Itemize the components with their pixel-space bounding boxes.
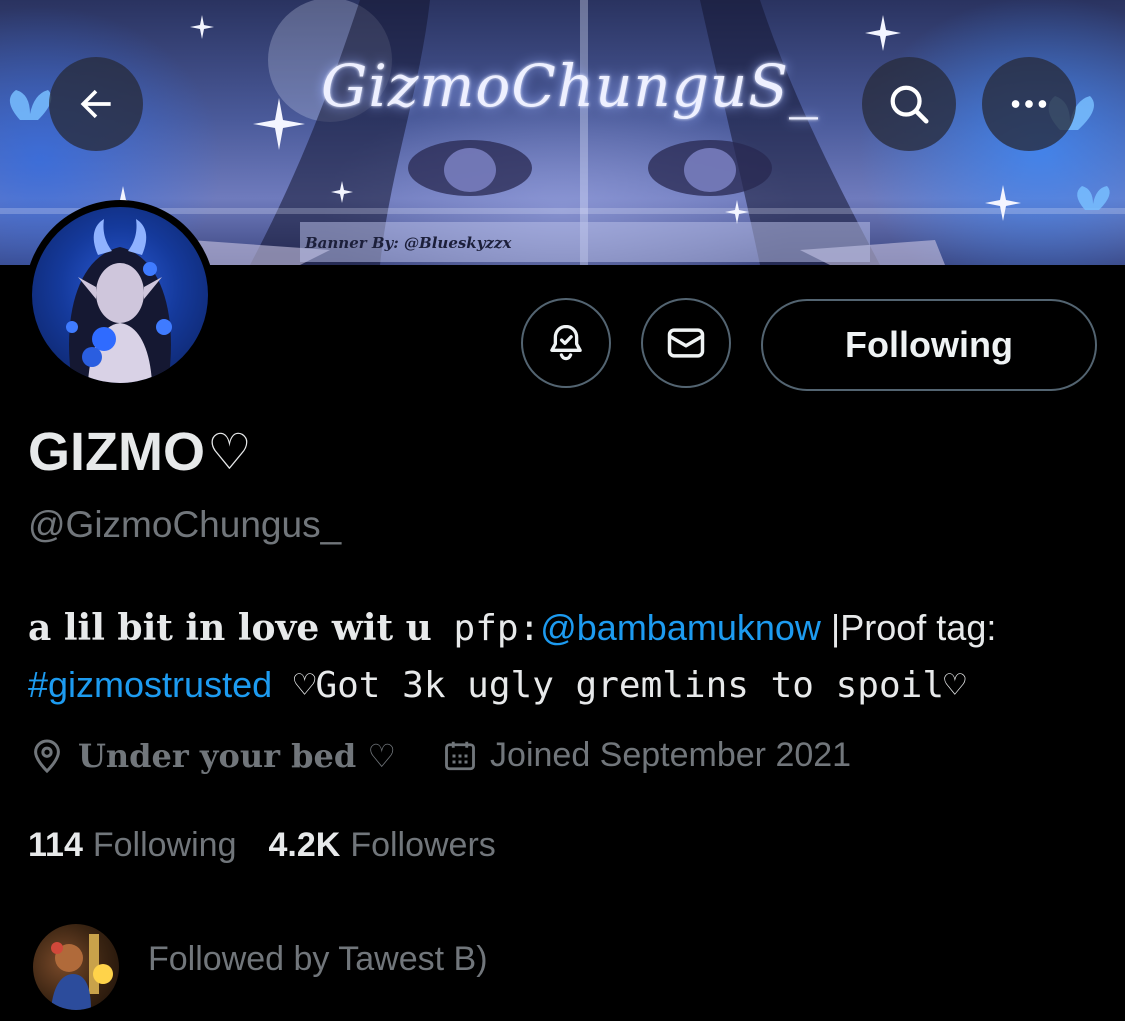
joined-text: Joined September 2021 [490,736,852,774]
following-count: 114 [28,826,83,864]
follower-avatar[interactable] [33,924,119,1010]
following-button[interactable]: Following [761,299,1097,391]
arrow-left-icon [80,89,111,119]
envelope-icon [667,328,705,358]
bio-text: pfp: [431,608,541,649]
followers-label: Followers [350,826,496,864]
profile-bio: a lil bit in love wit u pfp:@bambamuknow… [28,600,1108,714]
more-button[interactable] [982,57,1076,151]
back-button[interactable] [49,57,143,151]
followers-count: 4.2K [268,826,341,864]
following-label: Following [92,826,237,864]
profile-meta: Under your bed ♡ Joined September 2021 [28,736,851,775]
bell-check-icon [550,324,582,361]
followers-stat-link[interactable]: 4.2K Followers [268,826,495,865]
user-handle: @GizmoChungus_ [28,504,342,545]
banner-credit: Banner By: @Blueskyzzx [305,234,512,252]
bio-text: |Proof tag: [820,607,997,648]
notifications-button[interactable] [521,298,611,388]
profile-stats: 114 Following 4.2K Followers [28,826,496,865]
calendar-icon [445,741,475,770]
search-button[interactable] [862,57,956,151]
search-icon [890,85,929,124]
display-name: GIZMO ♡ [28,421,252,483]
more-horizontal-icon [1011,100,1047,108]
location-pin-icon [34,738,60,773]
message-button[interactable] [641,298,731,388]
joined-date: Joined September 2021 [442,736,851,775]
banner-title: GizmoChunguS_ [320,52,819,120]
profile-avatar[interactable] [25,200,215,390]
location-text: Under your bed ♡ [78,736,397,775]
location: Under your bed ♡ [28,737,396,775]
following-stat-link[interactable]: 114 Following [28,826,236,865]
bio-mention-link[interactable]: @bambamuknow [540,607,821,648]
display-name-heart: ♡ [206,423,252,481]
bio-text: a lil bit in love wit u [28,607,432,649]
avatar-image [32,207,208,383]
followed-by-text[interactable]: Followed by Tawest B) [148,940,488,979]
bio-hashtag-link[interactable]: #gizmostrusted [28,664,272,705]
display-name-text: GIZMO [28,422,205,482]
bio-text: ♡Got 3k ugly gremlins to spoil♡ [272,665,966,706]
